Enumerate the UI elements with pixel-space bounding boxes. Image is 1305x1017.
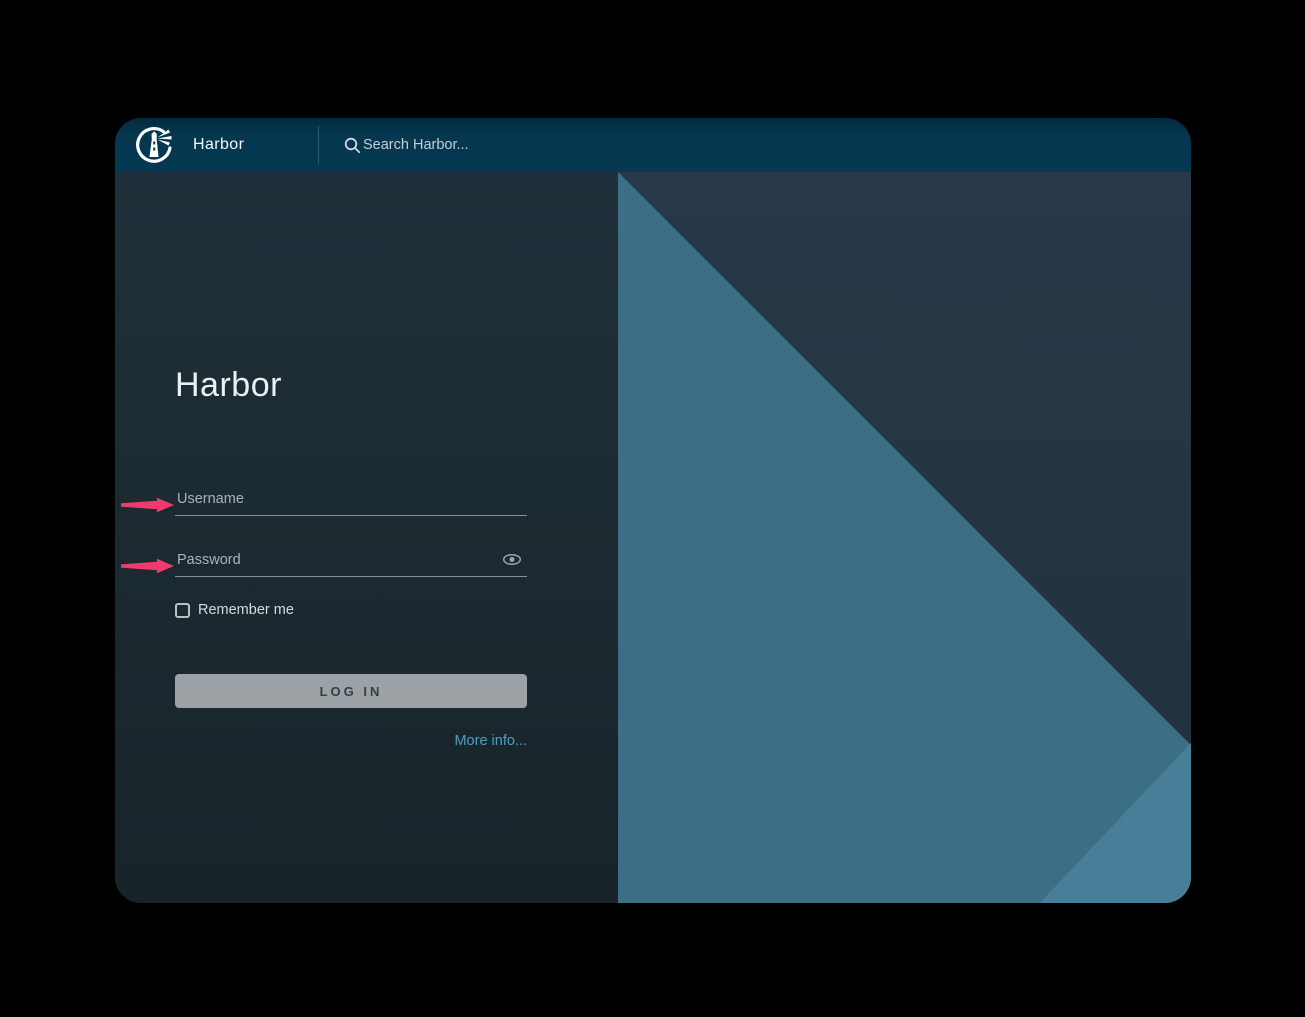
page-title: Harbor — [175, 366, 282, 405]
username-field — [175, 488, 527, 516]
harbor-logo-icon — [134, 125, 174, 165]
search-icon — [344, 137, 361, 154]
navbar-brand[interactable]: Harbor — [193, 118, 244, 172]
remember-me-label[interactable]: Remember me — [198, 602, 294, 618]
login-button[interactable]: LOG IN — [175, 674, 527, 708]
password-arrow-annotation — [121, 558, 175, 574]
password-field — [175, 549, 527, 577]
search-input[interactable] — [363, 137, 663, 153]
more-info-link[interactable]: More info... — [454, 733, 527, 749]
username-arrow-annotation — [121, 497, 175, 513]
top-navbar: Harbor — [115, 118, 1191, 172]
remember-me-checkbox[interactable] — [175, 603, 190, 618]
eye-icon — [501, 552, 523, 567]
username-input[interactable] — [175, 488, 527, 516]
app-body: Harbor Remember me LOG IN More — [115, 172, 1191, 903]
login-panel: Harbor Remember me LOG IN More — [115, 172, 618, 903]
more-info-row: More info... — [175, 732, 527, 750]
decor-panel — [618, 172, 1191, 903]
remember-me-row[interactable]: Remember me — [175, 602, 294, 618]
background-triangle-teal — [618, 172, 1191, 903]
app-window: Harbor Harbor — [115, 118, 1191, 903]
password-visibility-toggle[interactable] — [501, 552, 523, 568]
navbar-search-box — [344, 118, 663, 172]
navbar-divider — [318, 126, 319, 164]
password-input[interactable] — [175, 549, 527, 577]
